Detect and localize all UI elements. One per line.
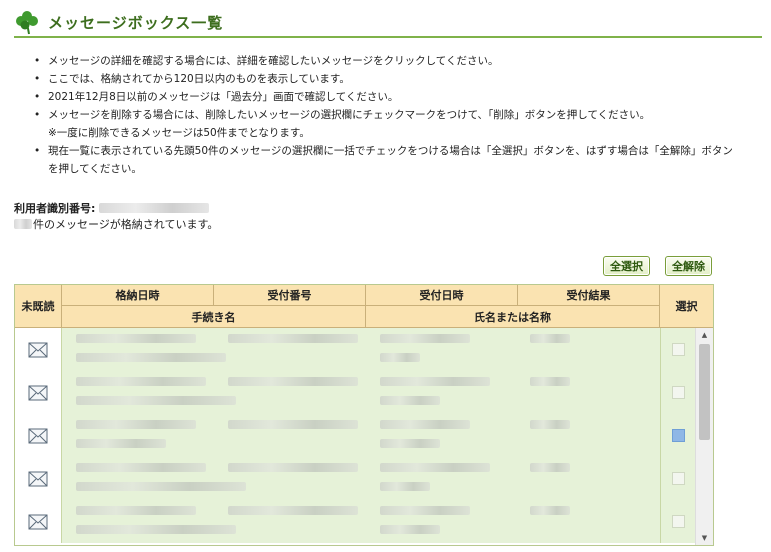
header-stored-date: 格納日時 bbox=[62, 285, 214, 306]
select-checkbox[interactable] bbox=[671, 343, 685, 356]
clover-icon bbox=[16, 11, 38, 35]
scroll-up-arrow-icon[interactable]: ▲ bbox=[696, 328, 713, 342]
table-row[interactable] bbox=[15, 371, 695, 414]
header-receipt-date: 受付日時 bbox=[366, 285, 518, 306]
envelope-icon bbox=[28, 342, 48, 357]
select-checkbox[interactable] bbox=[671, 472, 685, 485]
table-row[interactable] bbox=[15, 500, 695, 543]
header-receipt-result: 受付結果 bbox=[518, 285, 660, 306]
header-select: 選択 bbox=[660, 285, 713, 328]
select-all-button[interactable]: 全選択 bbox=[603, 256, 650, 276]
instruction-list: メッセージの詳細を確認する場合には、詳細を確認したいメッセージをクリックしてくだ… bbox=[34, 52, 764, 178]
envelope-icon bbox=[28, 385, 48, 400]
header-receipt-number: 受付番号 bbox=[214, 285, 366, 306]
table-header: 未既読 格納日時 受付番号 受付日時 受付結果 手続き名 氏名または名称 選択 bbox=[15, 285, 713, 328]
envelope-icon bbox=[28, 428, 48, 443]
table-scrollbar[interactable]: ▲ ▼ bbox=[695, 328, 713, 545]
user-id-value-redacted bbox=[99, 203, 210, 213]
message-data-redacted[interactable] bbox=[62, 328, 660, 371]
note-item: メッセージの詳細を確認する場合には、詳細を確認したいメッセージをクリックしてくだ… bbox=[34, 52, 764, 70]
table-row[interactable] bbox=[15, 328, 695, 371]
message-data-redacted[interactable] bbox=[62, 414, 660, 457]
message-count-line: 件のメッセージが格納されています。 bbox=[14, 216, 218, 232]
header-unread: 未既読 bbox=[15, 285, 62, 328]
table-body bbox=[15, 328, 695, 545]
user-id-label: 利用者識別番号: bbox=[14, 202, 96, 215]
user-id-line: 利用者識別番号: bbox=[14, 200, 210, 216]
message-table: 未既読 格納日時 受付番号 受付日時 受付結果 手続き名 氏名または名称 選択 bbox=[14, 284, 714, 546]
message-count-text: 件のメッセージが格納されています。 bbox=[33, 218, 219, 231]
envelope-icon bbox=[28, 471, 48, 486]
header-name: 氏名または名称 bbox=[366, 306, 660, 328]
note-item: メッセージを削除する場合には、削除したいメッセージの選択欄にチェックマークをつけ… bbox=[34, 106, 764, 142]
envelope-icon bbox=[28, 514, 48, 529]
note-item: ここでは、格納されてから120日以内のものを表示しています。 bbox=[34, 70, 764, 88]
select-checkbox[interactable] bbox=[671, 386, 685, 399]
clear-all-button[interactable]: 全解除 bbox=[665, 256, 712, 276]
select-cell[interactable] bbox=[660, 457, 695, 500]
message-data-redacted[interactable] bbox=[62, 371, 660, 414]
title-bar: メッセージボックス一覧 bbox=[14, 8, 762, 38]
table-row[interactable] bbox=[15, 457, 695, 500]
select-cell[interactable] bbox=[660, 500, 695, 543]
note-item: 現在一覧に表示されている先頭50件のメッセージの選択欄に一括でチェックをつける場… bbox=[34, 142, 764, 178]
unread-cell bbox=[15, 500, 62, 543]
select-cell[interactable] bbox=[660, 371, 695, 414]
unread-cell bbox=[15, 371, 62, 414]
select-checkbox[interactable] bbox=[671, 515, 685, 528]
header-procedure-name: 手続き名 bbox=[62, 306, 366, 328]
unread-cell bbox=[15, 457, 62, 500]
message-data-redacted[interactable] bbox=[62, 500, 660, 543]
message-data-redacted[interactable] bbox=[62, 457, 660, 500]
scroll-thumb[interactable] bbox=[699, 344, 710, 440]
select-cell[interactable] bbox=[660, 414, 695, 457]
unread-cell bbox=[15, 414, 62, 457]
note-item: 2021年12月8日以前のメッセージは「過去分」画面で確認してください。 bbox=[34, 88, 764, 106]
select-checkbox[interactable] bbox=[671, 429, 685, 442]
table-row[interactable] bbox=[15, 414, 695, 457]
unread-cell bbox=[15, 328, 62, 371]
select-cell[interactable] bbox=[660, 328, 695, 371]
page-title: メッセージボックス一覧 bbox=[48, 13, 224, 32]
scroll-down-arrow-icon[interactable]: ▼ bbox=[696, 531, 713, 545]
message-count-redacted bbox=[14, 219, 32, 229]
